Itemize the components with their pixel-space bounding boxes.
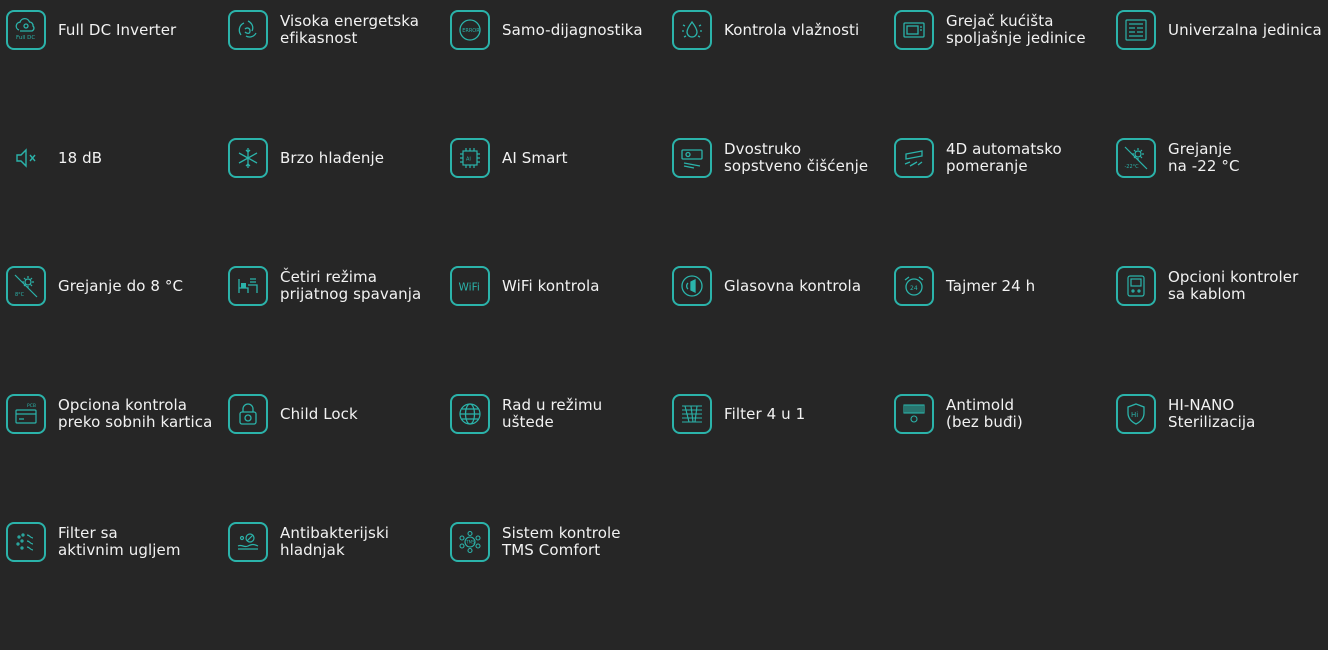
svg-text:Hi: Hi xyxy=(1131,411,1138,419)
feature-label: 4D automatsko pomeranje xyxy=(946,140,1062,175)
feature-item: PCB Opciona kontrola preko sobnih kartic… xyxy=(6,394,228,522)
heating-minus22-icon: -22°C xyxy=(1116,138,1156,178)
svg-text:TMS: TMS xyxy=(465,540,475,545)
feature-label: Samo-dijagnostika xyxy=(502,21,643,39)
feature-label: Glasovna kontrola xyxy=(724,277,862,295)
feature-label: Tajmer 24 h xyxy=(946,277,1036,295)
feature-item: -22°C Grejanje na -22 °C xyxy=(1116,138,1328,266)
feature-item: AI AI Smart xyxy=(450,138,672,266)
feature-item: TMS Sistem kontrole TMS Comfort xyxy=(450,522,672,650)
svg-text:AI: AI xyxy=(466,157,471,163)
globe-eco-icon xyxy=(450,394,490,434)
wired-controller-icon xyxy=(1116,266,1156,306)
feature-item: ERROR Samo-dijagnostika xyxy=(450,10,672,138)
feature-label: Full DC Inverter xyxy=(58,21,177,39)
feature-label: Opciona kontrola preko sobnih kartica xyxy=(58,396,213,431)
feature-item: 18 dB xyxy=(6,138,228,266)
feature-label: Visoka energetska efikasnost xyxy=(280,12,420,47)
feature-label: Četiri režima prijatnog spavanja xyxy=(280,268,422,303)
feature-label: Dvostruko sopstveno čišćenje xyxy=(724,140,869,175)
feature-label: HI-NANO Sterilizacija xyxy=(1168,396,1256,431)
feature-item: Filter 4 u 1 xyxy=(672,394,894,522)
swing-airflow-icon xyxy=(894,138,934,178)
svg-text:-22°C: -22°C xyxy=(1125,164,1140,170)
feature-item: 4D automatsko pomeranje xyxy=(894,138,1116,266)
feature-label: Antibakterijski hladnjak xyxy=(280,524,389,559)
svg-text:PCB: PCB xyxy=(27,403,36,409)
antimold-icon xyxy=(894,394,934,434)
feature-item: Kontrola vlažnosti xyxy=(672,10,894,138)
feature-grid: Full DC Full DC Inverter Visoka energets… xyxy=(6,10,1328,650)
feature-item: Rad u režimu uštede xyxy=(450,394,672,522)
feature-label: WiFi kontrola xyxy=(502,277,600,295)
child-lock-icon xyxy=(228,394,268,434)
feature-item: Opcioni kontroler sa kablom xyxy=(1116,266,1328,394)
svg-text:ERROR: ERROR xyxy=(462,28,480,34)
feature-item: 24 Tajmer 24 h xyxy=(894,266,1116,394)
filter-4in1-icon xyxy=(672,394,712,434)
feature-item: Univerzalna jedinica xyxy=(1116,10,1328,138)
feature-label: Univerzalna jedinica xyxy=(1168,21,1322,39)
leaf-recycle-icon xyxy=(228,10,268,50)
feature-item: Glasovna kontrola xyxy=(672,266,894,394)
feature-item: Filter sa aktivnim ugljem xyxy=(6,522,228,650)
wifi-icon: WiFi xyxy=(450,266,490,306)
feature-label: Filter sa aktivnim ugljem xyxy=(58,524,181,559)
feature-item: Visoka energetska efikasnost xyxy=(228,10,450,138)
feature-item: Četiri režima prijatnog spavanja xyxy=(228,266,450,394)
antibacterial-icon xyxy=(228,522,268,562)
hi-nano-shield-icon: Hi xyxy=(1116,394,1156,434)
feature-label: Grejanje na -22 °C xyxy=(1168,140,1240,175)
error-diagnostic-icon: ERROR xyxy=(450,10,490,50)
humidity-drop-icon xyxy=(672,10,712,50)
voice-control-icon xyxy=(672,266,712,306)
svg-text:WiFi: WiFi xyxy=(459,282,480,294)
feature-item: Grejač kućišta spoljašnje jedinice xyxy=(894,10,1116,138)
svg-text:24: 24 xyxy=(910,285,918,292)
feature-item: Hi HI-NANO Sterilizacija xyxy=(1116,394,1328,522)
feature-label: Filter 4 u 1 xyxy=(724,405,806,423)
feature-label: Antimold (bez buđi) xyxy=(946,396,1023,431)
feature-label: Brzo hlađenje xyxy=(280,149,385,167)
feature-label: AI Smart xyxy=(502,149,568,167)
carbon-filter-icon xyxy=(6,522,46,562)
feature-label: Kontrola vlažnosti xyxy=(724,21,860,39)
feature-item: Antibakterijski hladnjak xyxy=(228,522,450,650)
universal-unit-icon xyxy=(1116,10,1156,50)
heating-8c-icon: 8°C xyxy=(6,266,46,306)
outdoor-unit-icon xyxy=(894,10,934,50)
feature-item: Child Lock xyxy=(228,394,450,522)
feature-label: Opcioni kontroler sa kablom xyxy=(1168,268,1299,303)
feature-label: Sistem kontrole TMS Comfort xyxy=(502,524,621,559)
self-clean-icon xyxy=(672,138,712,178)
room-card-icon: PCB xyxy=(6,394,46,434)
feature-label: Grejač kućišta spoljašnje jedinice xyxy=(946,12,1086,47)
feature-item: WiFi WiFi kontrola xyxy=(450,266,672,394)
feature-item: Dvostruko sopstveno čišćenje xyxy=(672,138,894,266)
sleep-mode-icon xyxy=(228,266,268,306)
cloud-fulldc-icon: Full DC xyxy=(6,10,46,50)
feature-item: Full DC Full DC Inverter xyxy=(6,10,228,138)
feature-label: 18 dB xyxy=(58,149,103,167)
feature-item: Brzo hlađenje xyxy=(228,138,450,266)
svg-text:8°C: 8°C xyxy=(15,292,25,298)
ai-chip-icon: AI xyxy=(450,138,490,178)
svg-text:Full DC: Full DC xyxy=(16,35,35,41)
snowflake-icon xyxy=(228,138,268,178)
feature-item: Antimold (bez buđi) xyxy=(894,394,1116,522)
feature-label: Grejanje do 8 °C xyxy=(58,277,184,295)
feature-label: Child Lock xyxy=(280,405,358,423)
feature-item: 8°C Grejanje do 8 °C xyxy=(6,266,228,394)
alarm-clock-icon: 24 xyxy=(894,266,934,306)
tms-comfort-icon: TMS xyxy=(450,522,490,562)
speaker-mute-icon xyxy=(6,138,46,178)
feature-label: Rad u režimu uštede xyxy=(502,396,603,431)
